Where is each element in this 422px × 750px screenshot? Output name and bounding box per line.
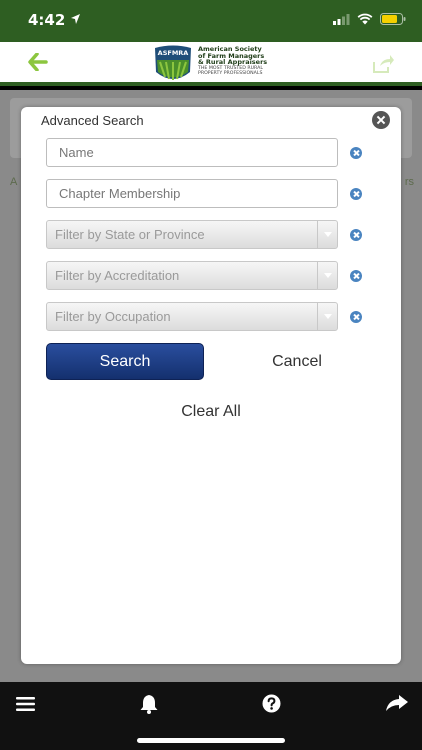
accreditation-select[interactable]: Filter by Accreditation [46,261,338,290]
share-icon[interactable] [372,54,394,74]
logo-tagline-2: PROPERTY PROFESSIONALS [198,71,263,77]
wifi-icon [357,13,373,25]
asfmra-logo: ASFMRA American Society of Farm Managers… [152,44,267,86]
chapter-membership-input[interactable] [46,179,338,208]
logo-line-3: & Rural Appraisers [198,58,268,66]
cancel-button[interactable]: Cancel [249,343,345,380]
clear-accreditation-icon[interactable] [350,270,362,282]
menu-icon[interactable] [16,697,35,711]
occupation-select[interactable]: Filter by Occupation [46,302,338,331]
app-header: ASFMRA American Society of Farm Managers… [0,42,422,86]
bell-icon[interactable] [139,694,159,714]
asfmra-shield-logo: ASFMRA [155,45,191,80]
state-province-select-label: Filter by State or Province [55,227,205,242]
share-arrow-icon[interactable] [386,695,408,711]
left-arrow-icon[interactable] [28,53,48,71]
clear-chapter-icon[interactable] [350,188,362,200]
clear-name-icon[interactable] [350,147,362,159]
chevron-down-icon [317,262,337,289]
status-bar: 4:42 [0,0,422,42]
modal-title: Advanced Search [41,113,144,128]
name-input[interactable] [46,138,338,167]
logo-badge-text: ASFMRA [158,49,189,57]
chevron-down-icon [317,221,337,248]
location-arrow-icon [71,14,80,24]
help-icon[interactable] [262,694,281,713]
battery-icon [380,13,406,25]
occupation-select-label: Filter by Occupation [55,309,171,324]
chevron-down-icon [317,303,337,330]
logo-text: American Society of Farm Managers & Rura… [198,46,267,77]
close-icon[interactable] [372,111,390,129]
status-time: 4:42 [28,11,66,29]
background-text-right: rs [404,176,414,188]
clear-all-button[interactable]: Clear All [161,401,261,423]
accreditation-select-label: Filter by Accreditation [55,268,180,283]
home-indicator [137,738,285,743]
cellular-signal-icon [333,13,350,25]
clear-state-icon[interactable] [350,229,362,241]
state-province-select[interactable]: Filter by State or Province [46,220,338,249]
background-text-left: A [10,176,18,188]
advanced-search-modal: Advanced Search Filter by State or Provi… [21,107,401,664]
search-button[interactable]: Search [46,343,204,380]
clear-occupation-icon[interactable] [350,311,362,323]
